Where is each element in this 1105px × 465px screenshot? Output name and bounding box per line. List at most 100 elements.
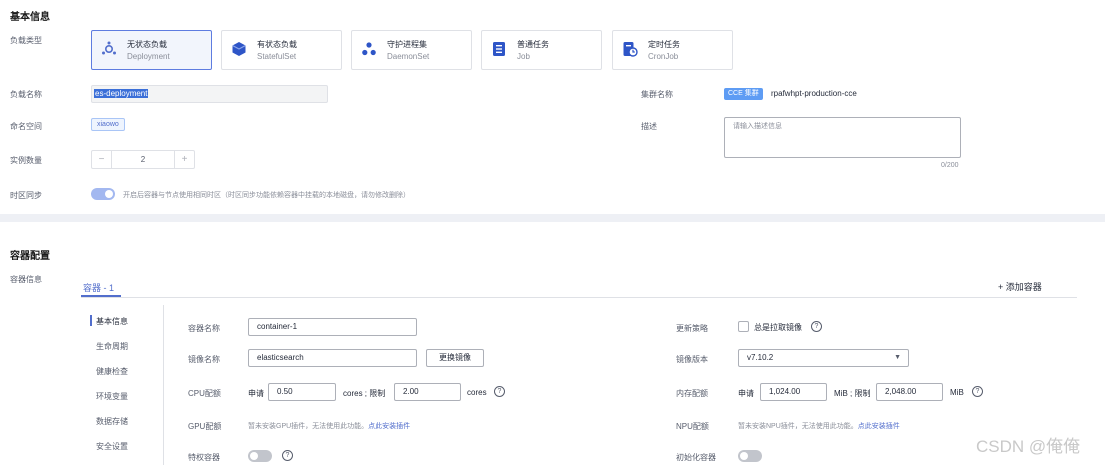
memory-quota-label: 内存配额 [676,389,708,398]
timezone-sync-toggle[interactable] [91,188,115,200]
chevron-down-icon: ▼ [894,354,901,361]
workload-name-input[interactable]: es-deployment [91,85,328,103]
nav-data-storage[interactable]: 数据存储 [96,416,128,427]
instances-stepper[interactable]: − 2 + [91,150,195,169]
cpu-limit-label: cores ; 限制 [343,389,386,398]
nav-basic-info[interactable]: 基本信息 [96,316,128,327]
container-name-label: 容器名称 [188,324,220,333]
memory-unit: MiB [950,388,964,397]
add-container-button[interactable]: + 添加容器 [998,280,1042,293]
tab-container-1[interactable]: 容器 - 1 [83,281,114,294]
help-icon[interactable]: ? [811,321,822,332]
workload-card-statefulset[interactable]: 有状态负载 StatefulSet [221,30,342,70]
job-icon [493,42,505,56]
daemonset-icon [362,42,376,56]
help-icon[interactable]: ? [972,386,983,397]
workload-card-title: 有状态负载 [257,40,297,49]
init-container-toggle[interactable] [738,450,762,462]
gpu-install-plugin-link[interactable]: 点此安装插件 [368,423,410,430]
namespace-label: 命名空间 [10,122,42,131]
cpu-quota-label: CPU配额 [188,389,221,398]
help-icon[interactable]: ? [494,386,505,397]
cpu-request-label: 申请 [248,389,264,398]
cpu-unit: cores [467,388,487,397]
cluster-name-label: 集群名称 [641,90,673,99]
tab-active-indicator [81,295,121,297]
update-policy-label: 更新策略 [676,324,708,333]
cpu-request-input[interactable]: 0.50 [268,383,336,401]
workload-card-cronjob[interactable]: 定时任务 CronJob [612,30,733,70]
cce-cluster-badge: CCE 集群 [724,88,763,100]
nav-security[interactable]: 安全设置 [96,441,128,452]
statefulset-icon [232,42,246,56]
cpu-limit-input[interactable]: 2.00 [394,383,461,401]
help-icon[interactable]: ? [282,450,293,461]
gpu-notice-text: 暂未安装GPU插件，无法使用此功能。 [248,423,369,430]
image-name-input[interactable]: elasticsearch [248,349,417,367]
instances-decrement-button[interactable]: − [92,151,112,168]
workload-card-title: 普通任务 [517,40,549,49]
privileged-toggle[interactable] [248,450,272,462]
basic-info-title: 基本信息 [10,12,50,23]
description-label: 描述 [641,122,657,131]
workload-card-sub: Job [517,52,530,61]
memory-request-label: 申请 [738,389,754,398]
container-name-input[interactable]: container-1 [248,318,417,336]
workload-card-daemonset[interactable]: 守护进程集 DaemonSet [351,30,472,70]
npu-notice: 暂未安装NPU插件，无法使用此功能。点此安装插件 [738,421,900,431]
timezone-sync-label: 时区同步 [10,191,42,200]
image-version-value: v7.10.2 [747,353,774,362]
nav-lifecycle[interactable]: 生命周期 [96,341,128,352]
image-name-label: 镜像名称 [188,355,220,364]
description-textarea[interactable]: 请输入描述信息 [724,117,961,158]
gpu-notice: 暂未安装GPU插件，无法使用此功能。点此安装插件 [248,421,410,431]
workload-card-sub: StatefulSet [257,52,297,61]
toggle-knob [740,452,748,460]
image-version-label: 镜像版本 [676,355,708,364]
workload-card-title: 守护进程集 [387,40,427,49]
instances-increment-button[interactable]: + [174,151,194,168]
always-pull-label: 总是拉取镜像 [754,323,802,332]
workload-card-sub: Deployment [127,52,170,61]
nav-active-indicator [90,315,92,326]
cronjob-icon [623,42,638,57]
memory-request-input[interactable]: 1,024.00 [760,383,827,401]
toggle-knob [105,190,113,198]
tab-bar-line [81,297,1077,298]
description-placeholder: 请输入描述信息 [733,123,782,130]
cluster-name-value: rpafwhpt-production-cce [771,89,857,98]
namespace-tag: xiaowo [91,118,125,131]
workload-card-job[interactable]: 普通任务 Job [481,30,602,70]
change-image-button[interactable]: 更换镜像 [426,349,484,367]
workload-card-title: 无状态负载 [127,40,167,49]
workload-card-sub: CronJob [648,52,679,61]
workload-card-deployment[interactable]: 无状态负载 Deployment [91,30,212,70]
nav-health-check[interactable]: 健康检查 [96,366,128,377]
workload-name-label: 负载名称 [10,90,42,99]
workload-card-sub: DaemonSet [387,52,430,61]
container-info-label: 容器信息 [10,275,42,284]
image-version-select[interactable]: v7.10.2 ▼ [738,349,909,367]
nav-divider [163,305,164,465]
workload-name-value: es-deployment [94,89,149,98]
privileged-container-label: 特权容器 [188,453,220,462]
instances-label: 实例数量 [10,156,42,165]
toggle-knob [250,452,258,460]
workload-type-label: 负载类型 [10,36,42,45]
description-counter: 0/200 [941,162,959,169]
init-container-label: 初始化容器 [676,453,716,462]
container-config-title: 容器配置 [10,251,50,262]
memory-limit-label: MiB ; 限制 [834,389,871,398]
deployment-icon [102,41,116,55]
workload-card-title: 定时任务 [648,40,680,49]
watermark: CSDN @俺俺 [976,437,1081,456]
gpu-quota-label: GPU配额 [188,422,222,431]
nav-env-vars[interactable]: 环境变量 [96,391,128,402]
always-pull-checkbox[interactable] [738,321,749,332]
section-divider [0,214,1105,222]
npu-install-plugin-link[interactable]: 点此安装插件 [858,423,900,430]
timezone-sync-hint: 开启后容器与节点使用相同时区（时区同步功能依赖容器中挂载的本地磁盘，请勿修改删除… [123,192,410,199]
instances-value[interactable]: 2 [112,151,174,168]
memory-limit-input[interactable]: 2,048.00 [876,383,943,401]
npu-notice-text: 暂未安装NPU插件，无法使用此功能。 [738,423,858,430]
